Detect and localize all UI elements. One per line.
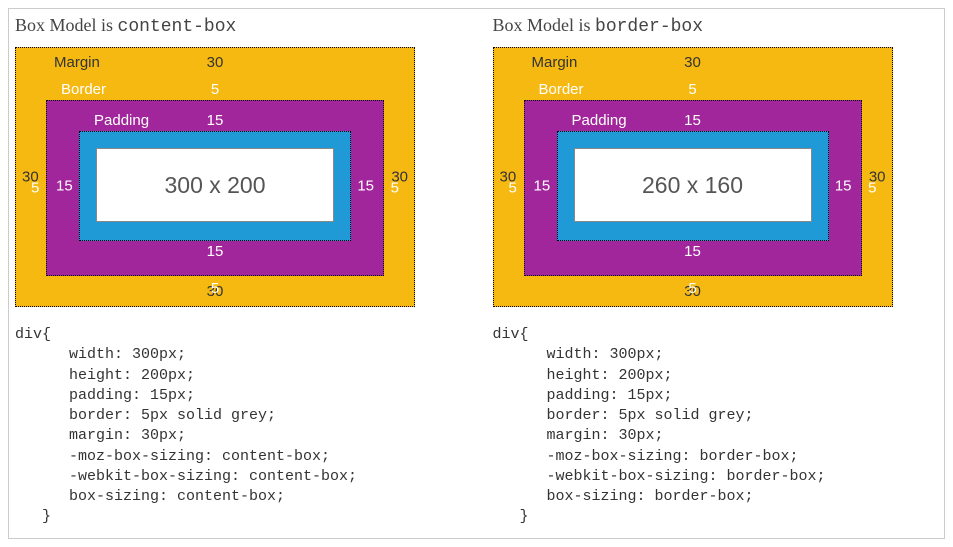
border-top-value: 5 (211, 81, 219, 98)
padding-top-value: 15 (207, 112, 224, 129)
padding-bottom-value: 15 (207, 243, 224, 260)
margin-layer: Margin 30 30 30 30 Border 5 5 5 5 Paddin… (15, 47, 415, 307)
code-block-right: div{ width: 300px; height: 200px; paddin… (493, 325, 939, 528)
box-model-right: Margin 30 30 30 30 Border 5 5 5 5 Paddin… (493, 47, 893, 307)
border-label: Border (539, 81, 584, 98)
border-left-value: 5 (509, 180, 517, 197)
title-prefix: Box Model is (493, 15, 596, 35)
border-bottom-value: 5 (688, 280, 696, 297)
box-model-left: Margin 30 30 30 30 Border 5 5 5 5 Paddin… (15, 47, 415, 307)
margin-top-value: 30 (207, 54, 224, 71)
margin-layer: Margin 30 30 30 30 Border 5 5 5 5 Paddin… (493, 47, 893, 307)
padding-bottom-value: 15 (684, 243, 701, 260)
padding-label: Padding (572, 112, 627, 129)
title-prefix: Box Model is (15, 15, 118, 35)
border-right-value: 5 (868, 180, 876, 197)
title-left: Box Model is content-box (15, 15, 461, 37)
margin-top-value: 30 (684, 54, 701, 71)
padding-label: Padding (94, 112, 149, 129)
content-size: 300 x 200 (164, 172, 265, 199)
code-block-left: div{ width: 300px; height: 200px; paddin… (15, 325, 461, 528)
padding-right-value: 15 (835, 178, 852, 195)
border-label: Border (61, 81, 106, 98)
margin-label: Margin (54, 54, 100, 71)
panel-border-box: Box Model is border-box Margin 30 30 30 … (487, 9, 945, 538)
content-layer: 300 x 200 (96, 148, 334, 222)
padding-top-value: 15 (684, 112, 701, 129)
diagram-container: Box Model is content-box Margin 30 30 30… (8, 8, 945, 539)
padding-layer: Padding 15 15 15 15 300 x 200 (79, 131, 351, 241)
border-layer: Border 5 5 5 5 Padding 15 15 15 15 (524, 100, 862, 276)
content-layer: 260 x 160 (574, 148, 812, 222)
border-left-value: 5 (31, 180, 39, 197)
border-top-value: 5 (688, 81, 696, 98)
padding-left-value: 15 (534, 178, 551, 195)
padding-left-value: 15 (56, 178, 73, 195)
panel-content-box: Box Model is content-box Margin 30 30 30… (9, 9, 467, 538)
title-mode: content-box (118, 17, 237, 37)
content-size: 260 x 160 (642, 172, 743, 199)
padding-layer: Padding 15 15 15 15 260 x 160 (557, 131, 829, 241)
border-layer: Border 5 5 5 5 Padding 15 15 15 15 (46, 100, 384, 276)
padding-right-value: 15 (357, 178, 374, 195)
margin-label: Margin (532, 54, 578, 71)
title-right: Box Model is border-box (493, 15, 939, 37)
border-bottom-value: 5 (211, 280, 219, 297)
border-right-value: 5 (391, 180, 399, 197)
title-mode: border-box (595, 17, 703, 37)
